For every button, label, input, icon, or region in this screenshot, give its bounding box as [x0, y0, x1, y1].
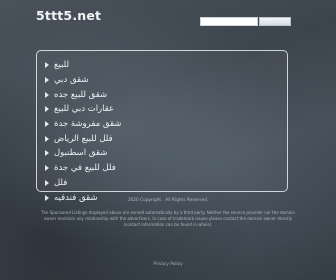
related-link-label[interactable]: شقق اسطنبول: [54, 148, 107, 158]
related-link[interactable]: شقق اسطنبول: [45, 146, 287, 161]
arrow-right-icon: [45, 121, 49, 128]
related-links-panel: للبيع شقق دبي شقق للبيع جده عقارات دبي ل…: [36, 50, 288, 203]
arrow-right-icon: [45, 165, 49, 172]
related-link-label[interactable]: عقارات دبي للبيع: [54, 104, 114, 114]
related-links-list: للبيع شقق دبي شقق للبيع جده عقارات دبي ل…: [45, 58, 287, 205]
related-link[interactable]: فلل للبيع في جدة: [45, 161, 287, 176]
related-link[interactable]: عقارات دبي للبيع: [45, 102, 287, 117]
privacy-policy-link[interactable]: Privacy Policy: [0, 262, 336, 267]
search-input[interactable]: [200, 17, 258, 26]
arrow-right-icon: [45, 91, 49, 98]
arrow-right-icon: [45, 135, 49, 142]
header: 5ttt5.net: [0, 0, 336, 36]
search-button[interactable]: [259, 17, 291, 26]
related-link-label[interactable]: فلل للبيع الرياض: [54, 134, 113, 144]
arrow-right-icon: [45, 179, 49, 186]
related-link-label[interactable]: فلل: [54, 178, 67, 188]
site-name[interactable]: 5ttt5.net: [36, 8, 101, 23]
arrow-right-icon: [45, 62, 49, 69]
related-link-label[interactable]: فلل للبيع في جدة: [54, 163, 116, 173]
copyright-text: 2020 Copyright . All Rights Reserved.: [127, 198, 209, 203]
related-link[interactable]: شقق للبيع جده: [45, 87, 287, 102]
related-link[interactable]: شقق مفروشة جدة: [45, 117, 287, 132]
related-link[interactable]: شقق دبي: [45, 73, 287, 88]
related-link[interactable]: فلل: [45, 176, 287, 191]
arrow-right-icon: [45, 150, 49, 157]
related-link[interactable]: للبيع: [45, 58, 287, 73]
arrow-right-icon: [45, 77, 49, 84]
arrow-right-icon: [45, 106, 49, 113]
related-link-label[interactable]: للبيع: [54, 60, 69, 70]
related-link-label[interactable]: شقق دبي: [54, 75, 88, 85]
related-link-label[interactable]: شقق مفروشة جدة: [54, 119, 121, 129]
related-link-label[interactable]: شقق للبيع جده: [54, 90, 107, 100]
disclaimer-text: The Sponsored Listings displayed above a…: [41, 210, 295, 227]
related-link[interactable]: فلل للبيع الرياض: [45, 131, 287, 146]
search-bar: [200, 17, 291, 26]
